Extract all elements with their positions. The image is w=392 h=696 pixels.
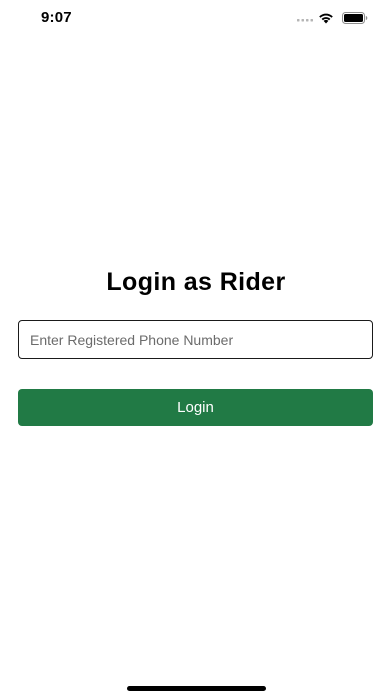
login-button[interactable]: Login xyxy=(18,389,373,426)
phone-number-input[interactable] xyxy=(18,320,373,359)
page-title: Login as Rider xyxy=(106,268,286,296)
home-indicator xyxy=(127,686,266,691)
status-time: 9:07 xyxy=(41,9,72,26)
status-bar: 9:07 xyxy=(0,0,392,36)
signal-icon xyxy=(297,19,313,22)
wifi-icon xyxy=(319,13,333,24)
battery-icon xyxy=(342,12,368,24)
